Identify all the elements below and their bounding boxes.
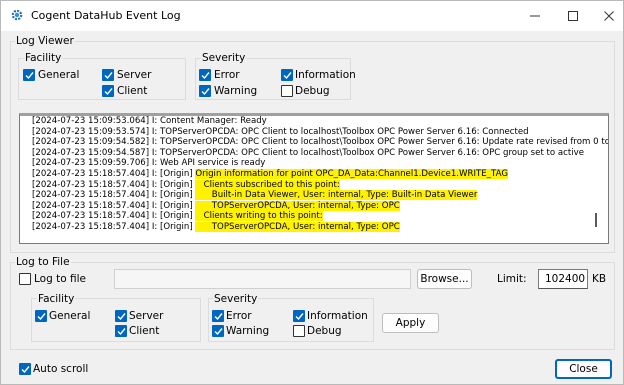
log-line: [2024-07-23 15:09:54.587] I: TOPServerOP… bbox=[32, 147, 585, 158]
viewer-general-label: General bbox=[38, 69, 80, 81]
log-line-highlighted: [2024-07-23 15:18:57.404] I: [Origin] Or… bbox=[32, 169, 508, 179]
checkmark-icon bbox=[201, 88, 210, 96]
limit-input[interactable]: 102400 bbox=[538, 269, 588, 289]
log-line-highlighted: [2024-07-23 15:18:57.404] I: [Origin] Cl… bbox=[32, 179, 340, 190]
datahub-gear-icon bbox=[10, 8, 24, 22]
checkmark-icon bbox=[25, 72, 34, 80]
file-server-label: Server bbox=[129, 310, 164, 322]
viewer-client-checkbox[interactable] bbox=[102, 85, 114, 97]
viewer-error-label: Error bbox=[214, 69, 240, 81]
minimize-icon bbox=[530, 15, 540, 17]
log-line-highlighted: [2024-07-23 15:18:57.404] I: [Origin] TO… bbox=[32, 200, 400, 211]
file-general-checkbox[interactable] bbox=[35, 310, 47, 322]
viewer-debug-checkbox[interactable] bbox=[281, 85, 293, 97]
checkmark-icon bbox=[104, 72, 113, 80]
viewer-client-label: Client bbox=[117, 85, 148, 97]
file-error-label: Error bbox=[226, 310, 252, 322]
file-client-label: Client bbox=[129, 325, 160, 337]
log-file-path-field[interactable] bbox=[114, 269, 411, 289]
file-debug-label: Debug bbox=[307, 325, 342, 337]
file-server-checkbox[interactable] bbox=[115, 310, 127, 322]
auto-scroll-label: Auto scroll bbox=[33, 363, 89, 375]
checkmark-icon bbox=[214, 328, 223, 336]
viewer-server-label: Server bbox=[117, 69, 152, 81]
window-title: Cogent DataHub Event Log bbox=[31, 9, 181, 22]
log-line: [2024-07-23 15:09:54.582] I: TOPServerOP… bbox=[32, 137, 609, 148]
viewer-general-checkbox[interactable] bbox=[23, 69, 35, 81]
log-to-file-checkbox[interactable] bbox=[19, 273, 31, 285]
limit-unit-label: KB bbox=[592, 273, 607, 285]
auto-scroll-checkbox[interactable] bbox=[19, 363, 31, 375]
viewer-error-checkbox[interactable] bbox=[199, 69, 211, 81]
file-severity-label: Severity bbox=[213, 293, 259, 305]
file-information-checkbox[interactable] bbox=[293, 310, 305, 322]
checkmark-icon bbox=[295, 313, 304, 321]
checkmark-icon bbox=[21, 366, 30, 374]
checkmark-icon bbox=[37, 313, 46, 321]
checkmark-icon bbox=[214, 313, 223, 321]
log-line-highlighted: [2024-07-23 15:18:57.404] I: [Origin] TO… bbox=[32, 222, 400, 232]
close-button[interactable]: Close bbox=[555, 359, 612, 379]
maximize-icon bbox=[568, 11, 578, 21]
file-facility-label: Facility bbox=[37, 293, 76, 305]
file-information-label: Information bbox=[307, 310, 368, 322]
file-warning-checkbox[interactable] bbox=[212, 325, 224, 337]
checkmark-icon bbox=[201, 72, 210, 80]
log-text-area[interactable]: [2024-07-23 15:09:53.064] I: Content Man… bbox=[19, 113, 609, 244]
viewer-server-checkbox[interactable] bbox=[102, 69, 114, 81]
title-bar[interactable]: Cogent DataHub Event Log bbox=[1, 1, 623, 31]
checkmark-icon bbox=[104, 88, 113, 96]
file-warning-label: Warning bbox=[226, 325, 270, 337]
close-icon bbox=[604, 11, 614, 21]
checkmark-icon bbox=[117, 328, 126, 336]
log-scrollbar-thumb[interactable] bbox=[595, 213, 597, 227]
log-line: [2024-07-23 15:09:53.574] I: TOPServerOP… bbox=[32, 126, 529, 137]
checkmark-icon bbox=[117, 313, 126, 321]
log-line: [2024-07-23 15:09:53.064] I: Content Man… bbox=[32, 116, 267, 126]
log-to-file-checkbox-label: Log to file bbox=[34, 273, 86, 285]
browse-button[interactable]: Browse... bbox=[417, 269, 472, 289]
limit-label: Limit: bbox=[497, 273, 527, 285]
log-viewer-label: Log Viewer bbox=[15, 35, 75, 47]
checkmark-icon bbox=[283, 72, 292, 80]
file-debug-checkbox[interactable] bbox=[293, 325, 305, 337]
log-line: [2024-07-23 15:09:59.706] I: Web API ser… bbox=[32, 158, 266, 169]
viewer-warning-label: Warning bbox=[214, 85, 258, 97]
viewer-information-label: Information bbox=[295, 69, 356, 81]
log-line-highlighted: [2024-07-23 15:18:57.404] I: [Origin] Bu… bbox=[32, 190, 478, 201]
apply-button[interactable]: Apply bbox=[382, 313, 439, 333]
file-client-checkbox[interactable] bbox=[115, 325, 127, 337]
viewer-warning-checkbox[interactable] bbox=[199, 85, 211, 97]
viewer-severity-label: Severity bbox=[201, 52, 247, 64]
viewer-facility-label: Facility bbox=[24, 52, 63, 64]
viewer-information-checkbox[interactable] bbox=[281, 69, 293, 81]
file-error-checkbox[interactable] bbox=[212, 310, 224, 322]
close-window-button[interactable] bbox=[587, 1, 624, 31]
log-to-file-label: Log to File bbox=[15, 256, 71, 268]
event-log-window: Cogent DataHub Event Log Log Viewer Faci… bbox=[0, 0, 624, 385]
file-general-label: General bbox=[49, 310, 91, 322]
viewer-debug-label: Debug bbox=[295, 85, 330, 97]
log-line-highlighted: [2024-07-23 15:18:57.404] I: [Origin] Cl… bbox=[32, 211, 323, 222]
